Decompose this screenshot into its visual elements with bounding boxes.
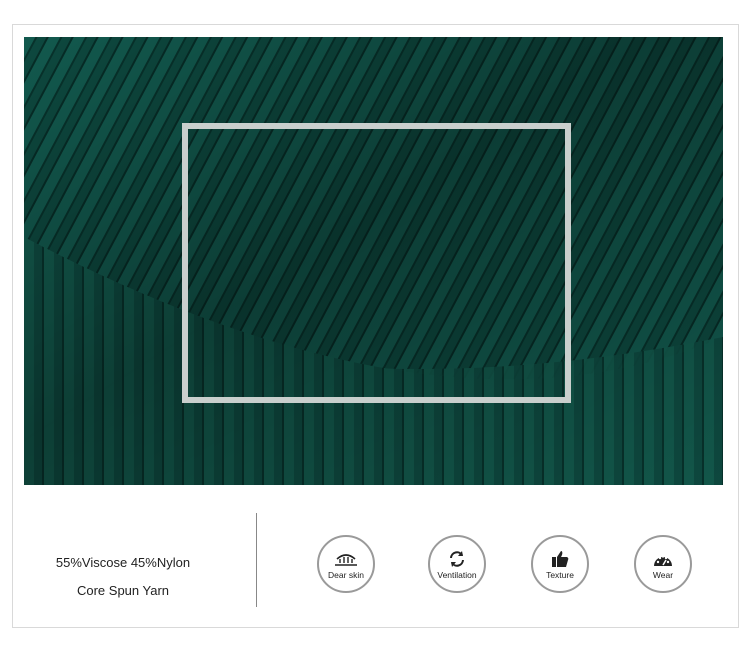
feature-label: Texture bbox=[546, 569, 574, 580]
material-info: 55%Viscose 45%Nylon Core Spun Yarn bbox=[28, 549, 218, 605]
feature-dear-skin: Dear skin bbox=[317, 535, 375, 593]
skin-icon bbox=[333, 549, 359, 569]
feature-wear: Wear bbox=[634, 535, 692, 593]
divider bbox=[256, 513, 257, 607]
gauge-icon bbox=[650, 549, 676, 569]
feature-texture: Texture bbox=[531, 535, 589, 593]
feature-label: Dear skin bbox=[328, 569, 364, 580]
feature-ventilation: Ventilation bbox=[428, 535, 486, 593]
zoom-detail-frame bbox=[182, 123, 571, 403]
yarn-text: Core Spun Yarn bbox=[76, 583, 170, 598]
ventilation-icon bbox=[444, 549, 470, 569]
feature-label: Ventilation bbox=[437, 569, 477, 580]
thumbs-up-icon bbox=[547, 549, 573, 569]
feature-label: Wear bbox=[652, 569, 674, 580]
composition-text: 55%Viscose 45%Nylon bbox=[55, 555, 191, 570]
